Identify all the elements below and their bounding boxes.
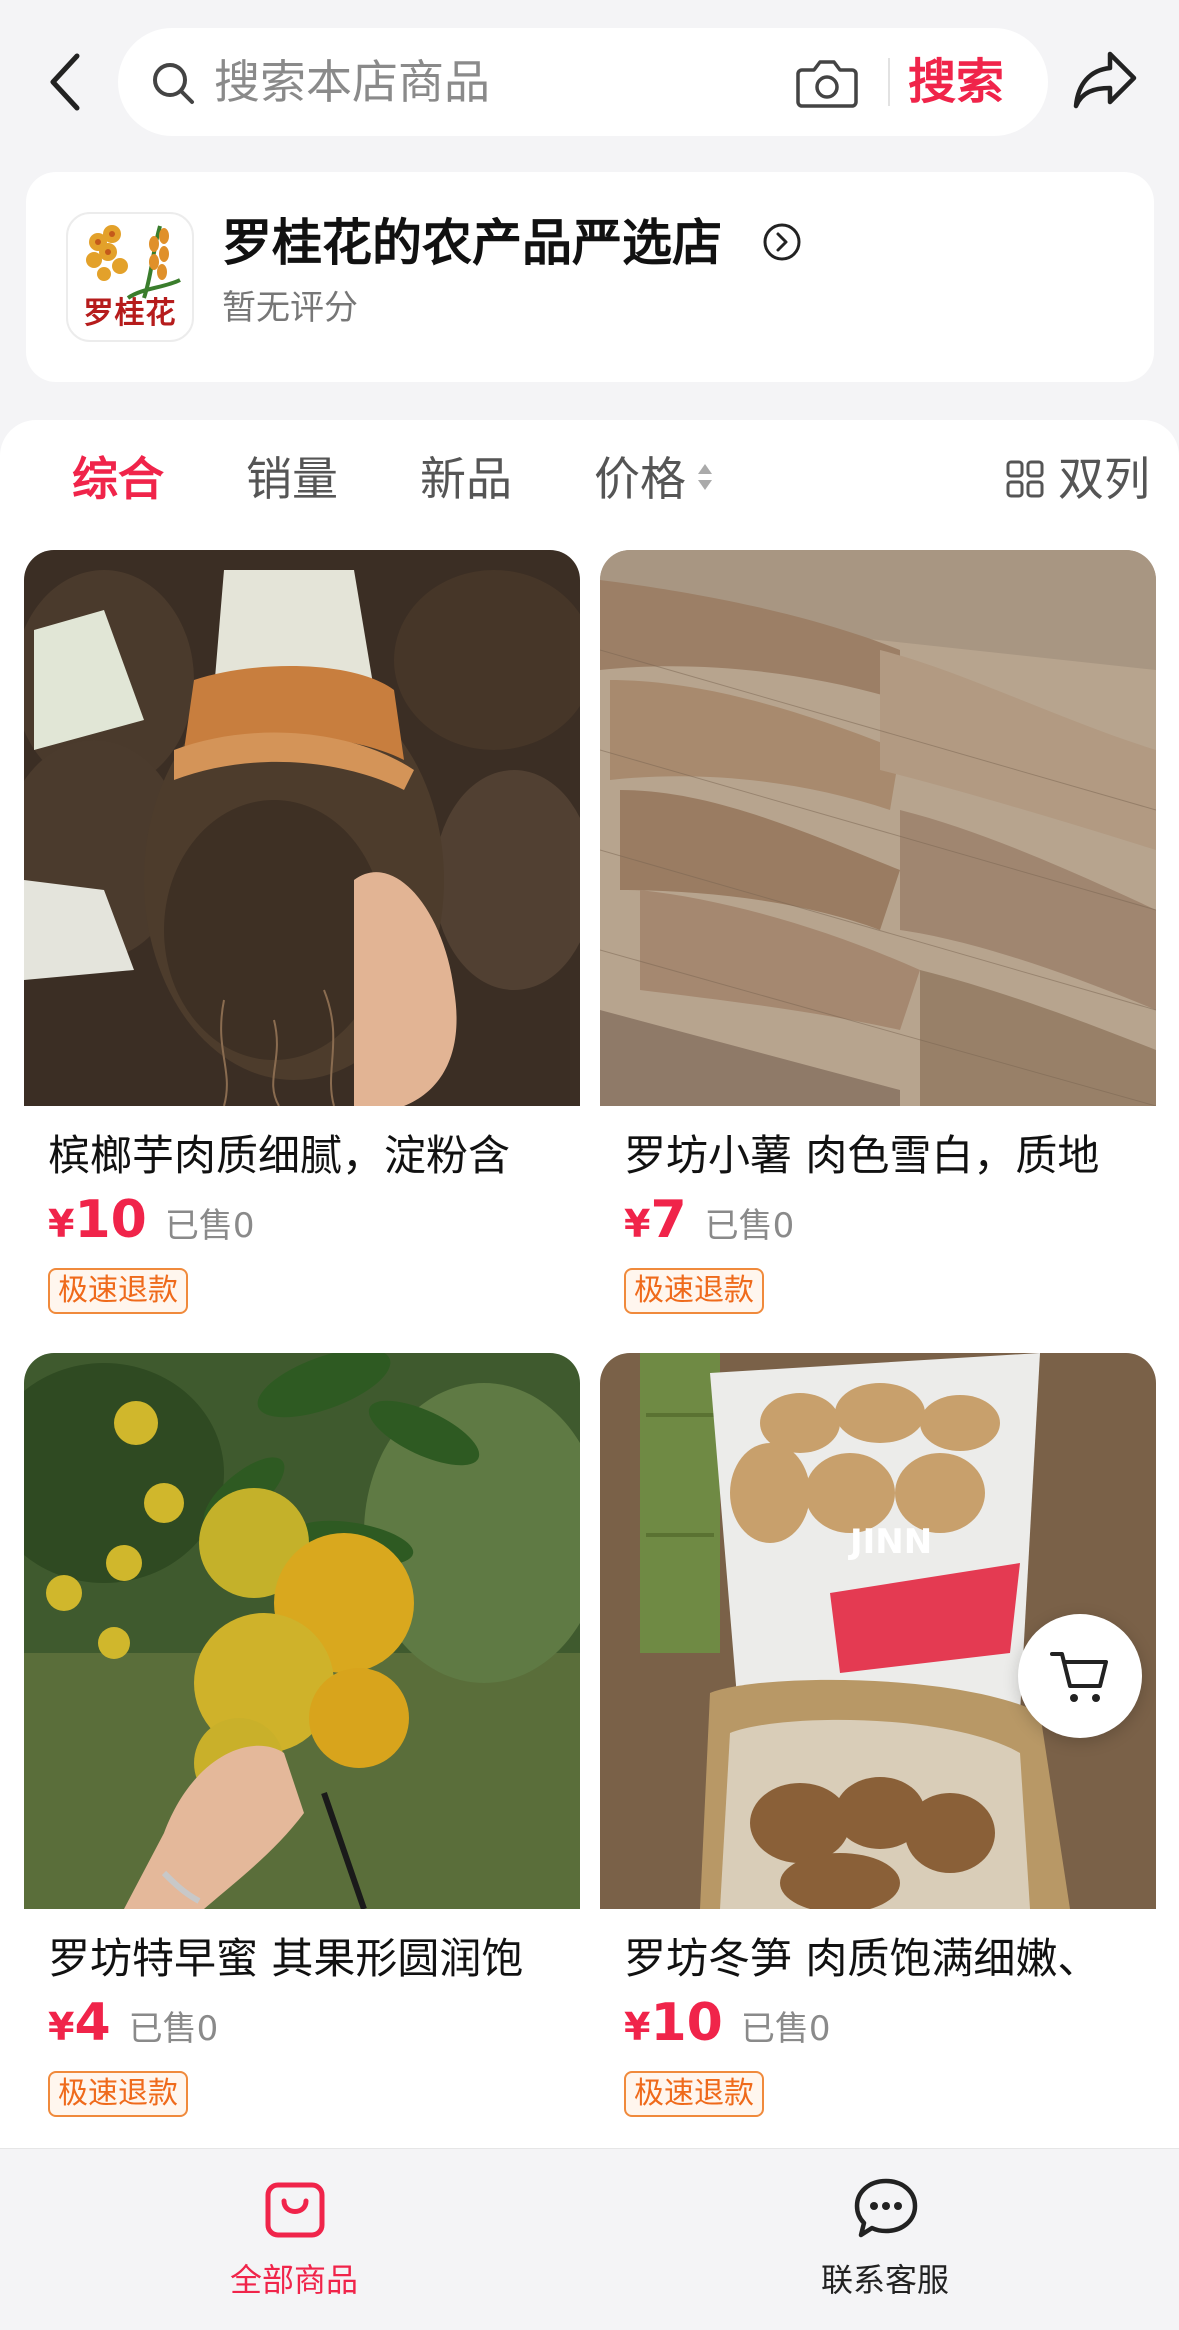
product-card[interactable]: 罗坊特早蜜 其果形圆润饱 ¥ 4 已售0 极速退款 — [24, 1353, 580, 2131]
search-input[interactable]: 搜索本店商品 — [214, 54, 490, 110]
search-button[interactable]: 搜索 — [908, 52, 1004, 112]
shop-logo: 罗桂花 — [66, 212, 194, 342]
product-title: 槟榔芋肉质细腻，淀粉含 — [48, 1131, 511, 1180]
nav-all-products-label: 全部商品 — [229, 2261, 358, 2299]
shop-logo-text: 罗桂花 — [83, 296, 177, 331]
price-row: ¥ 10 已售0 — [624, 1993, 830, 2057]
nav-all-products[interactable]: 全部商品 — [144, 2175, 444, 2315]
price-value: 10 — [74, 1190, 147, 1250]
product-image-taro — [24, 550, 580, 1106]
camera-icon[interactable] — [794, 54, 860, 110]
product-card[interactable]: JINN 罗坊冬笋 肉质饱满细嫩、 ¥ 10 已售0 极速退款 — [600, 1353, 1156, 2131]
nav-customer-service[interactable]: 联系客服 — [735, 2175, 1035, 2315]
search-bar[interactable]: 搜索本店商品 搜索 — [118, 28, 1048, 136]
tab-new[interactable]: 新品 — [420, 450, 512, 508]
svg-text:JINN: JINN — [848, 1522, 932, 1562]
product-card[interactable]: 槟榔芋肉质细腻，淀粉含 ¥ 10 已售0 极速退款 — [24, 550, 580, 1328]
chat-icon — [854, 2178, 918, 2238]
grid-icon — [1006, 460, 1044, 498]
price-row: ¥ 7 已售0 — [624, 1190, 794, 1254]
back-button[interactable] — [40, 42, 90, 122]
price-row: ¥ 4 已售0 — [48, 1993, 218, 2057]
bottom-nav: 全部商品 联系客服 — [0, 2148, 1179, 2330]
price-value: 7 — [650, 1190, 687, 1250]
product-title: 罗坊小薯 肉色雪白，质地 — [624, 1131, 1100, 1180]
price-value: 10 — [650, 1993, 723, 2053]
layout-toggle-label: 双列 — [1058, 452, 1150, 506]
sold-count: 已售0 — [740, 2009, 831, 2049]
shop-name: 罗桂花的农产品严选店 — [222, 214, 722, 272]
product-card[interactable]: 罗坊小薯 肉色雪白，质地 ¥ 7 已售0 极速退款 — [600, 550, 1156, 1328]
price-symbol: ¥ — [48, 2005, 75, 2049]
chevron-right-circle-icon[interactable] — [762, 222, 802, 262]
price-symbol: ¥ — [48, 1202, 75, 1246]
layout-toggle[interactable]: 双列 — [1006, 450, 1150, 508]
price-row: ¥ 10 已售0 — [48, 1190, 254, 1254]
chevron-left-icon — [50, 53, 80, 111]
product-title: 罗坊冬笋 肉质饱满细嫩、 — [624, 1934, 1100, 1983]
search-divider — [888, 58, 890, 106]
share-icon — [1073, 51, 1137, 109]
sold-count: 已售0 — [704, 1206, 795, 1246]
sold-count: 已售0 — [164, 1206, 255, 1246]
bag-icon — [265, 2182, 325, 2238]
price-value: 4 — [74, 1993, 111, 2053]
shop-rating: 暂无评分 — [222, 288, 358, 328]
sold-count: 已售0 — [128, 2009, 219, 2049]
product-image-roots — [600, 550, 1156, 1106]
price-symbol: ¥ — [624, 2005, 651, 2049]
tab-sales[interactable]: 销量 — [246, 450, 338, 508]
tab-comprehensive[interactable]: 综合 — [72, 450, 164, 508]
tab-price[interactable]: 价格 — [594, 450, 686, 508]
product-image-mandarin — [24, 1353, 580, 1909]
sort-bar: 综合 销量 新品 价格 双列 — [0, 420, 1179, 538]
product-title: 罗坊特早蜜 其果形圆润饱 — [48, 1934, 524, 1983]
top-bar: 搜索本店商品 搜索 — [0, 0, 1179, 165]
nav-customer-service-label: 联系客服 — [820, 2261, 949, 2299]
shop-info-card[interactable]: 罗桂花 罗桂花的农产品严选店 暂无评分 — [26, 172, 1154, 382]
fast-refund-badge: 极速退款 — [48, 2071, 188, 2117]
share-button[interactable] — [1070, 48, 1140, 114]
sort-caret-icon — [698, 464, 712, 490]
shopping-cart-icon — [1050, 1652, 1108, 1702]
fast-refund-badge: 极速退款 — [48, 1268, 188, 1314]
fast-refund-badge: 极速退款 — [624, 2071, 764, 2117]
fast-refund-badge: 极速退款 — [624, 1268, 764, 1314]
cart-button[interactable] — [1018, 1614, 1142, 1738]
price-symbol: ¥ — [624, 1202, 651, 1246]
search-icon — [153, 63, 194, 104]
